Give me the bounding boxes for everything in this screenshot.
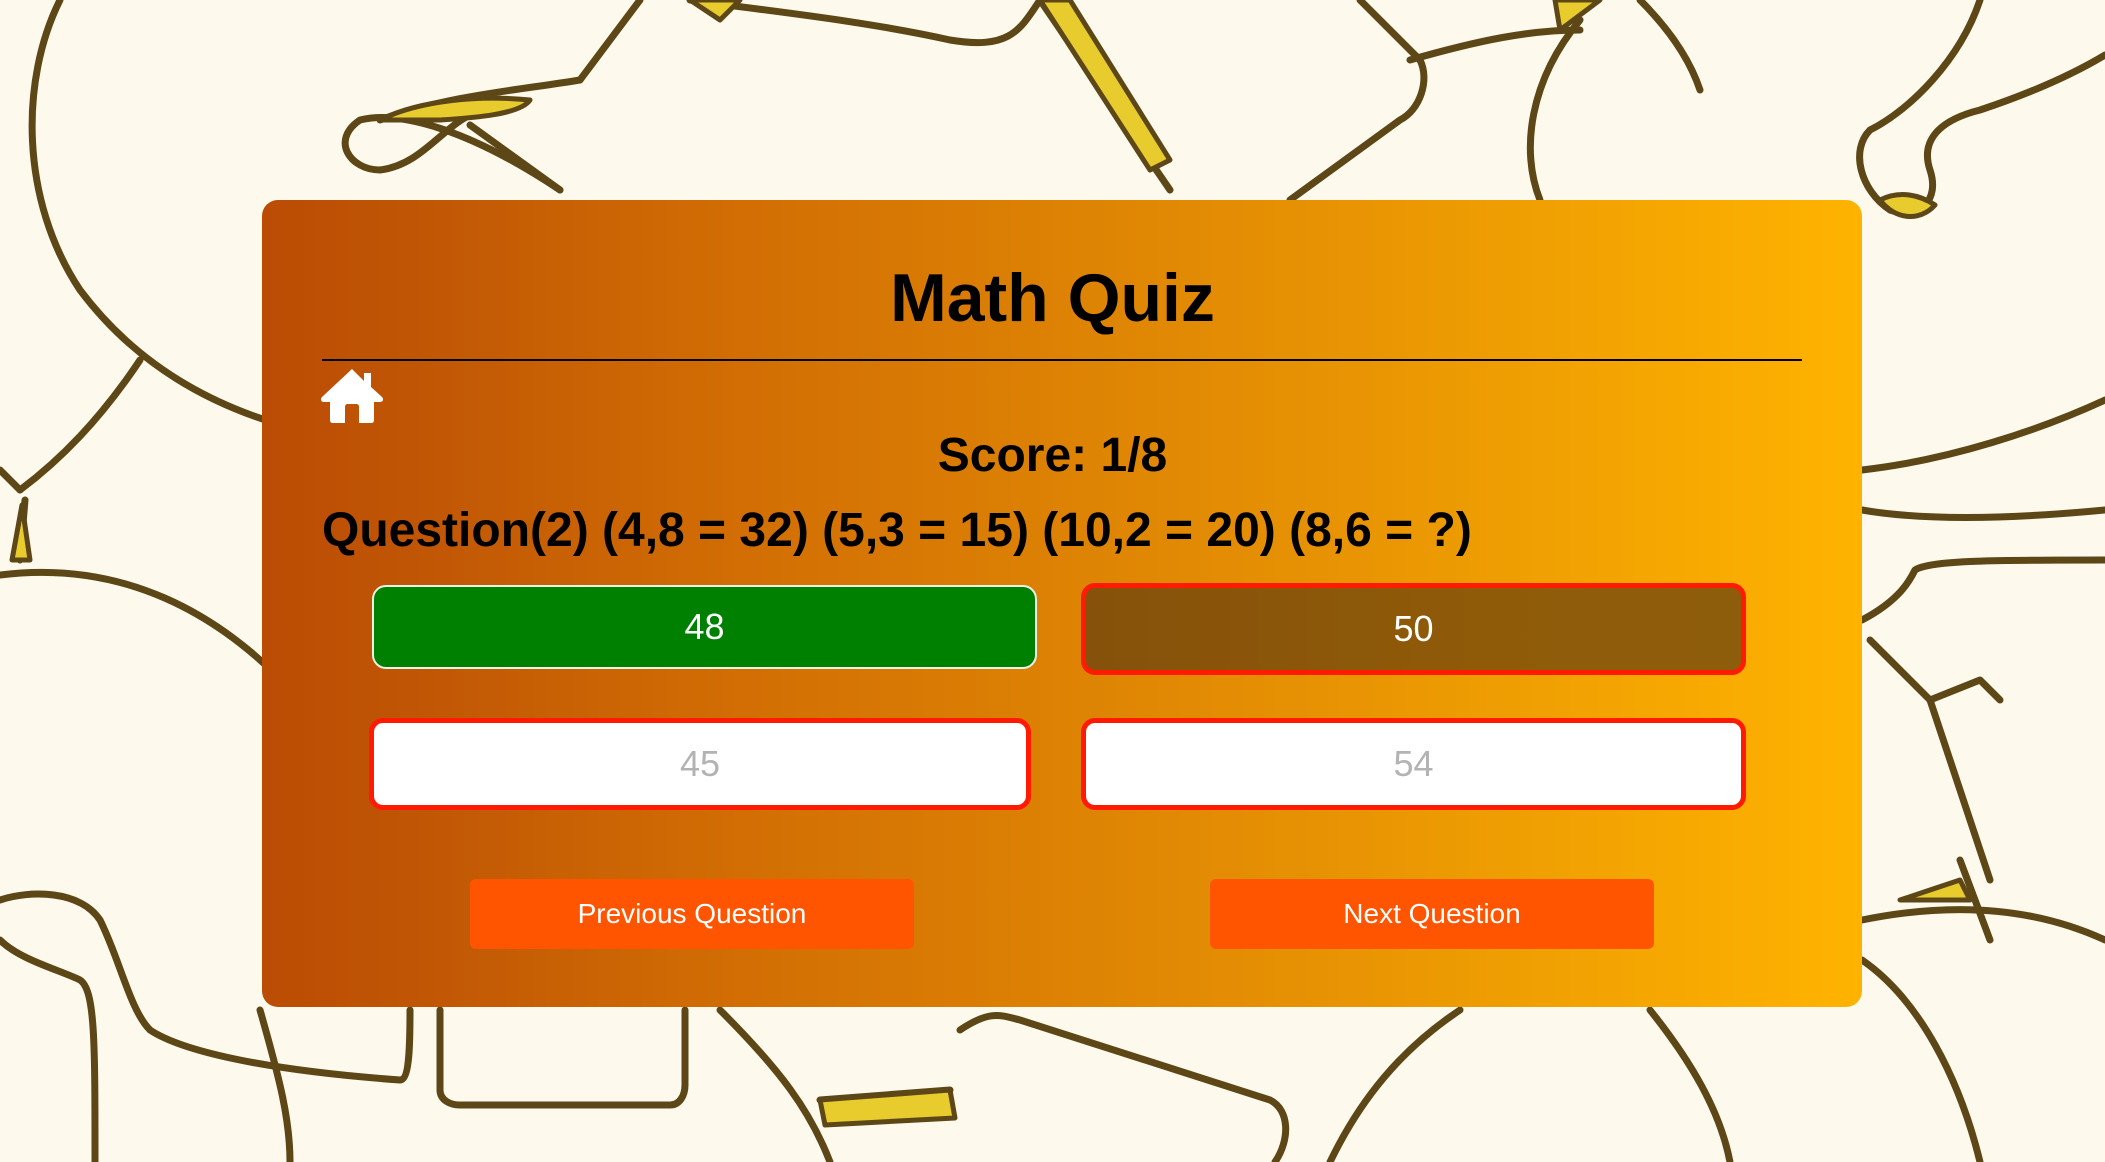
previous-question-button[interactable]: Previous Question <box>470 879 914 949</box>
page-title: Math Quiz <box>890 260 1215 336</box>
answer-option-4[interactable]: 54 <box>1081 718 1746 810</box>
title-divider <box>322 359 1802 361</box>
score-display: Score: 1/8 <box>937 429 1168 482</box>
question-text: Question(2) (4,8 = 32) (5,3 = 15) (10,2 … <box>322 504 1472 557</box>
answer-option-3[interactable]: 45 <box>369 718 1031 810</box>
next-question-button[interactable]: Next Question <box>1210 879 1654 949</box>
answer-option-2[interactable]: 50 <box>1081 583 1746 675</box>
home-button[interactable] <box>320 365 384 425</box>
home-icon <box>320 369 384 423</box>
answer-option-1[interactable]: 48 <box>372 585 1037 669</box>
